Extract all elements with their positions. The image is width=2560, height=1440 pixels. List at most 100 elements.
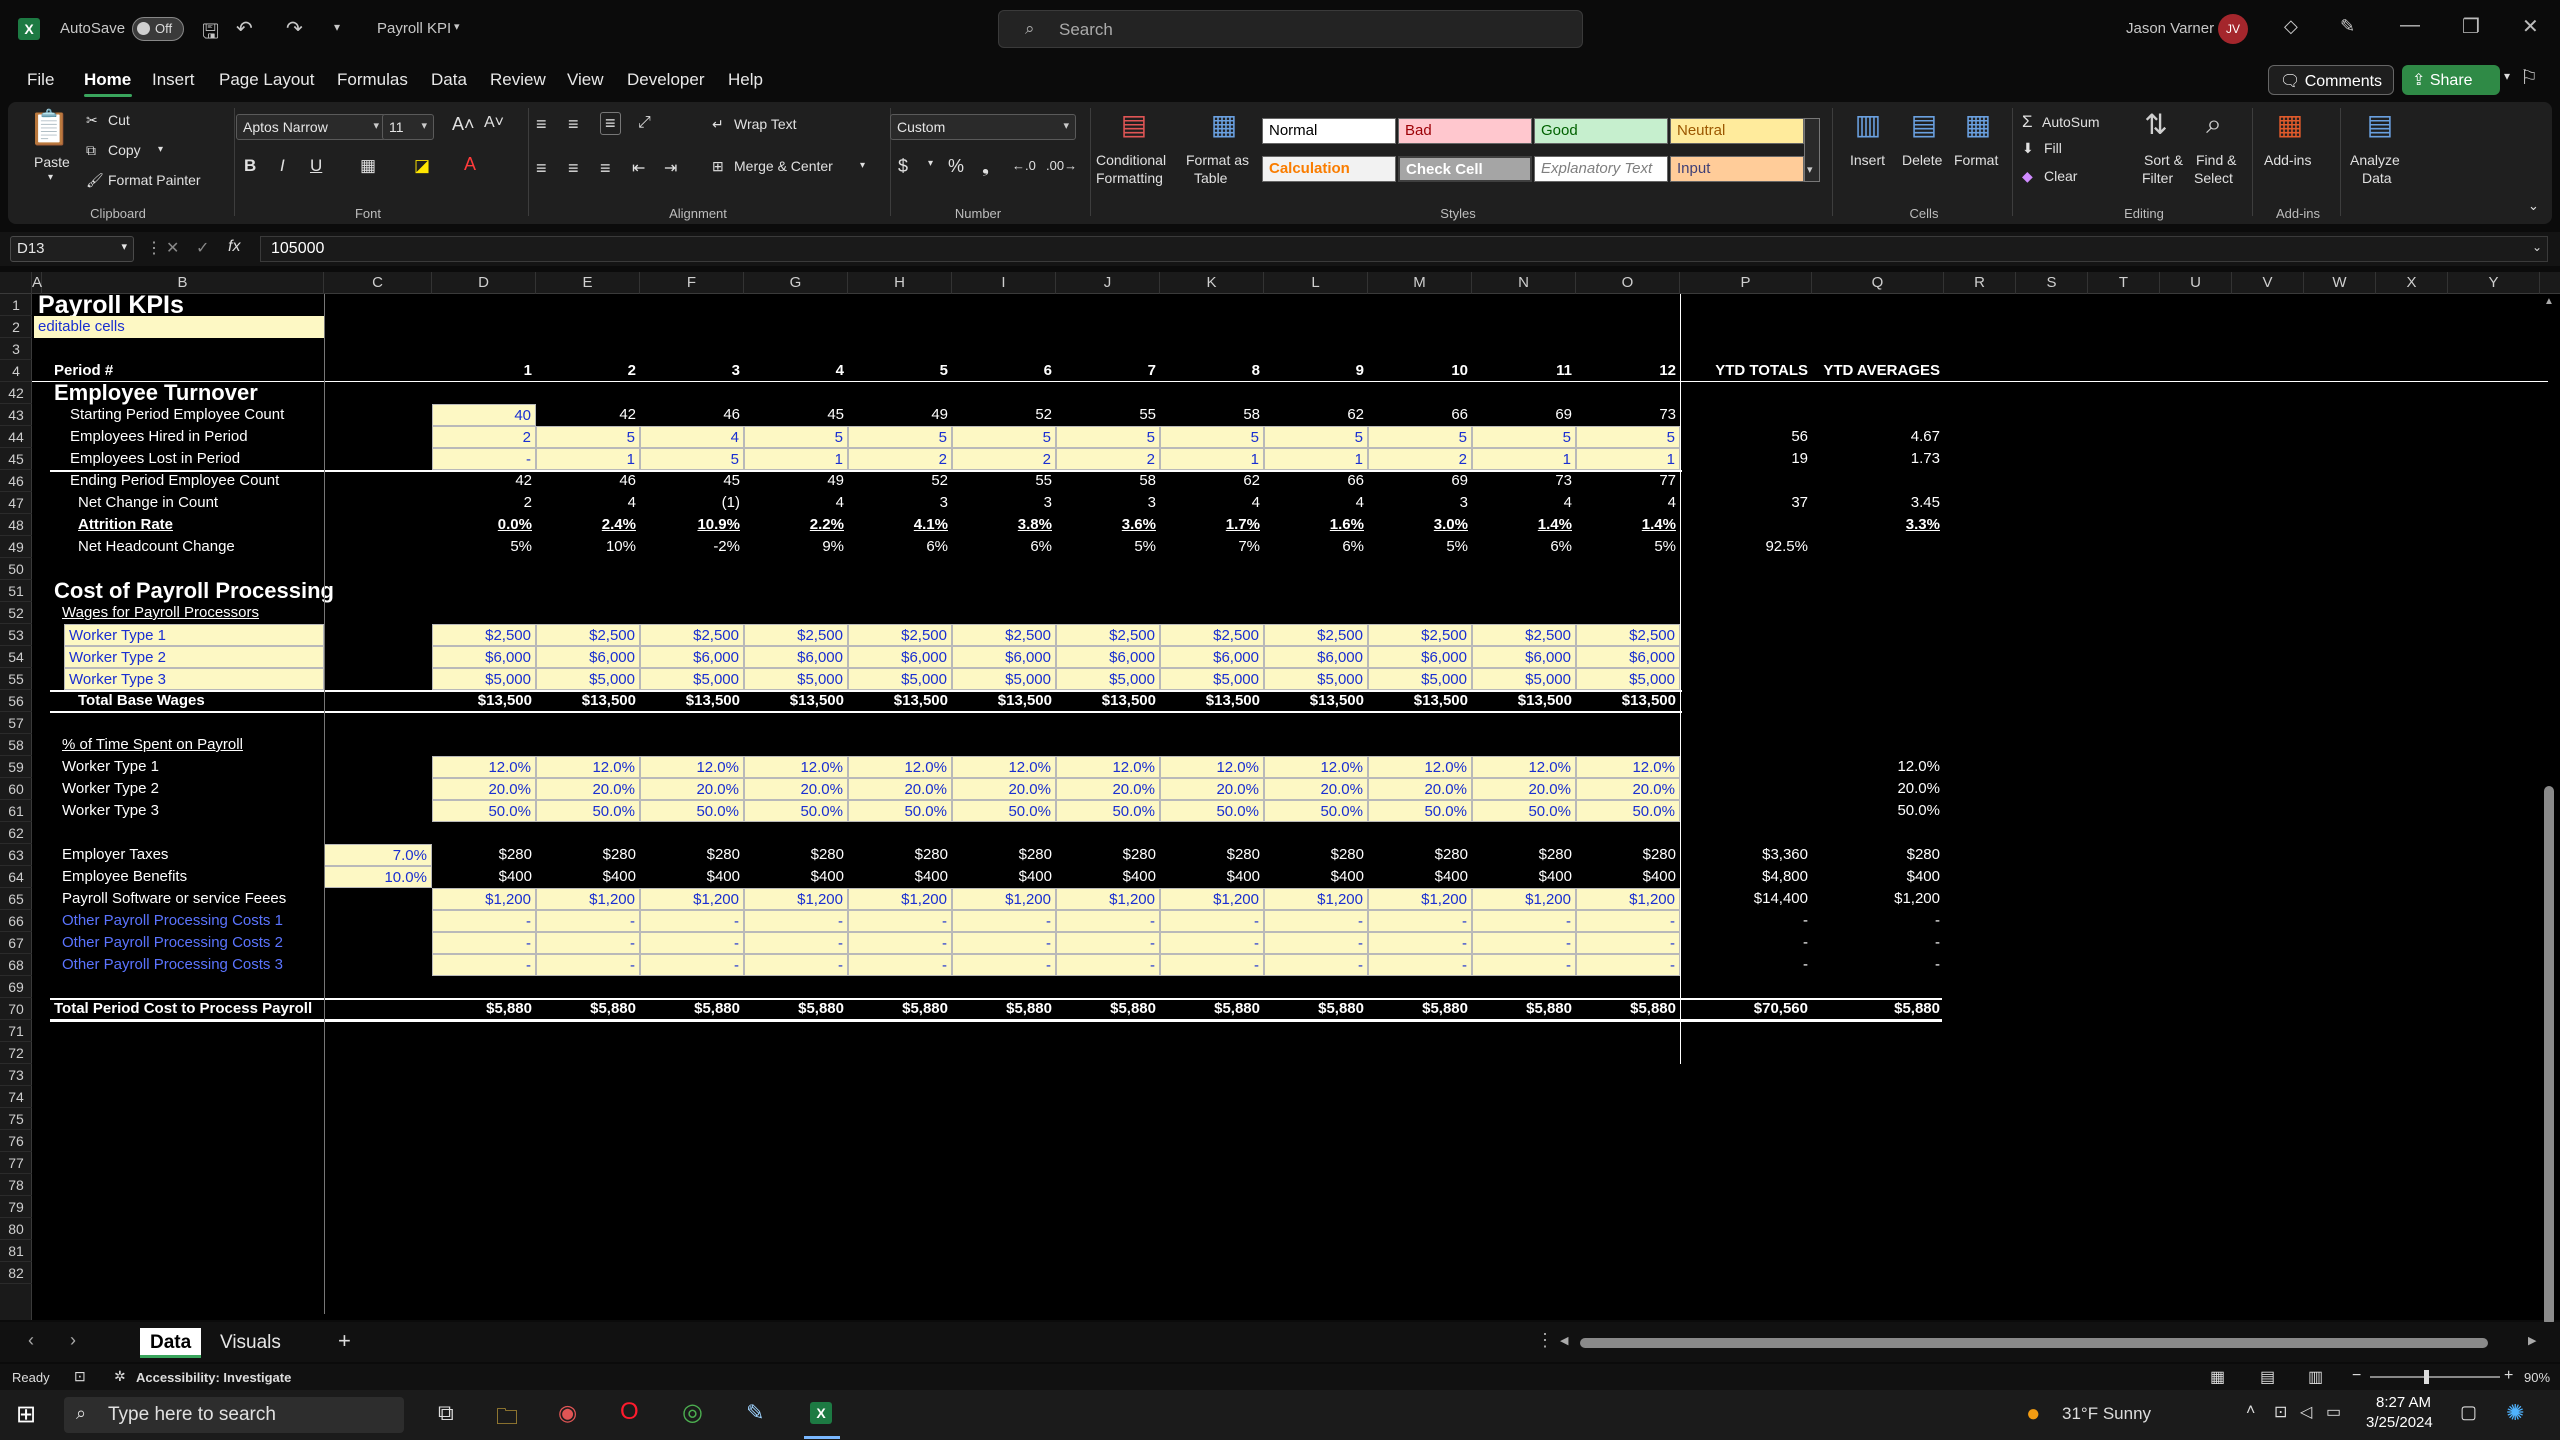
ytd-average-cell[interactable]: - xyxy=(1812,954,1944,976)
data-cell[interactable]: 5 xyxy=(848,426,952,448)
wage-cell[interactable]: $6,000 xyxy=(1368,646,1472,668)
format-as-table-label-1[interactable]: Format as xyxy=(1186,152,1249,168)
ytd-total-cell[interactable]: - xyxy=(1680,932,1812,954)
normal-view-icon[interactable]: ▦ xyxy=(2210,1367,2225,1387)
percent-cell[interactable]: 12.0% xyxy=(952,756,1056,778)
tab-data[interactable]: Data xyxy=(140,1328,202,1358)
cost-cell[interactable]: - xyxy=(1576,932,1680,954)
section-title[interactable]: Cost of Payroll Processing xyxy=(50,580,410,602)
data-cell[interactable]: 1.4% xyxy=(1576,514,1680,536)
taskbar-search[interactable]: ⌕ Type here to search xyxy=(64,1397,404,1433)
cost-cell[interactable]: - xyxy=(640,954,744,976)
percent-cell[interactable]: 12.0% xyxy=(1368,756,1472,778)
increase-indent-icon[interactable]: ⇥ xyxy=(664,158,677,178)
data-cell[interactable]: 45 xyxy=(640,470,744,492)
cost-cell[interactable]: $400 xyxy=(432,866,536,888)
worker-type-label[interactable]: Worker Type 1 xyxy=(58,756,318,778)
format-painter-button[interactable]: Format Painter xyxy=(108,172,201,188)
wage-cell[interactable]: $2,500 xyxy=(848,624,952,646)
data-cell[interactable]: 58 xyxy=(1160,404,1264,426)
percent-cell[interactable]: 50.0% xyxy=(1056,800,1160,822)
copy-dropdown-icon[interactable]: ▾ xyxy=(158,144,163,155)
cost-cell[interactable]: - xyxy=(848,932,952,954)
wage-cell[interactable]: $5,000 xyxy=(1056,668,1160,690)
data-cell[interactable]: 4 xyxy=(1576,492,1680,514)
share-dropdown-icon[interactable]: ▾ xyxy=(2504,69,2510,83)
data-cell[interactable]: 2 xyxy=(952,448,1056,470)
font-size-combo[interactable]: 11 ▾ xyxy=(382,114,434,140)
cost-cell[interactable]: $1,200 xyxy=(952,888,1056,910)
analyze-data-icon[interactable]: ▤ xyxy=(2360,108,2400,148)
data-cell[interactable]: 6% xyxy=(848,536,952,558)
row-label[interactable]: Net Headcount Change xyxy=(74,536,344,558)
menu-home[interactable]: Home xyxy=(84,70,131,90)
worker-type-label[interactable]: Worker Type 3 xyxy=(64,668,324,690)
data-cell[interactable]: 1 xyxy=(1264,448,1368,470)
zoom-in-icon[interactable]: + xyxy=(2504,1367,2513,1385)
cost-cell[interactable]: $280 xyxy=(744,844,848,866)
wage-cell[interactable]: $5,000 xyxy=(536,668,640,690)
task-view-icon[interactable]: ⧉ xyxy=(438,1400,454,1426)
align-top-icon[interactable]: ≡ xyxy=(536,114,547,135)
notifications-icon[interactable]: ▢ xyxy=(2460,1402,2477,1423)
find-select-icon[interactable]: ⌕ xyxy=(2194,108,2234,148)
menu-review[interactable]: Review xyxy=(490,70,546,90)
align-center-icon[interactable]: ≡ xyxy=(568,158,579,179)
file-explorer-icon[interactable]: 🗀 xyxy=(496,1400,518,1438)
cost-cell[interactable]: $1,200 xyxy=(1472,888,1576,910)
ytd-average-cell[interactable]: - xyxy=(1812,910,1944,932)
align-left-icon[interactable]: ≡ xyxy=(536,158,547,179)
ytd-average-cell[interactable]: $5,880 xyxy=(1812,998,1944,1020)
cost-cell[interactable]: $280 xyxy=(848,844,952,866)
data-cell[interactable]: 4 xyxy=(744,492,848,514)
period-number[interactable]: 7 xyxy=(1056,360,1160,382)
data-cell[interactable]: 7% xyxy=(1160,536,1264,558)
cell-area[interactable]: Payroll KPIs editable cells Period #1 2 3 4 5 6… xyxy=(0,272,2560,1320)
next-sheet-icon[interactable]: › xyxy=(70,1330,76,1351)
row-label[interactable]: Net Change in Count xyxy=(74,492,344,514)
data-cell[interactable]: 3.0% xyxy=(1368,514,1472,536)
cost-cell[interactable]: $280 xyxy=(432,844,536,866)
horizontal-scroll-thumb[interactable] xyxy=(1580,1338,2488,1348)
wage-cell[interactable]: $6,000 xyxy=(1264,646,1368,668)
cut-button[interactable]: Cut xyxy=(108,112,130,128)
percent-cell[interactable]: 20.0% xyxy=(744,778,848,800)
wage-cell[interactable]: $5,000 xyxy=(1264,668,1368,690)
data-cell[interactable]: 69 xyxy=(1368,470,1472,492)
wage-cell[interactable]: $5,000 xyxy=(1368,668,1472,690)
addins-icon[interactable]: ▦ xyxy=(2270,108,2310,148)
cost-cell[interactable]: $280 xyxy=(536,844,640,866)
borders-icon[interactable]: ▦ xyxy=(360,156,376,176)
cost-cell[interactable]: $1,200 xyxy=(744,888,848,910)
cost-cell[interactable]: - xyxy=(536,910,640,932)
weather-text[interactable]: 31°F Sunny xyxy=(2062,1404,2151,1424)
data-cell[interactable]: 10% xyxy=(536,536,640,558)
cost-cell[interactable]: $280 xyxy=(1160,844,1264,866)
total-cell[interactable]: $5,880 xyxy=(848,998,952,1020)
period-number[interactable]: 5 xyxy=(848,360,952,382)
data-cell[interactable]: 5 xyxy=(536,426,640,448)
data-cell[interactable]: 5 xyxy=(1056,426,1160,448)
wage-cell[interactable]: $2,500 xyxy=(1056,624,1160,646)
vertical-scroll-thumb[interactable] xyxy=(2544,786,2554,1326)
wage-cell[interactable]: $2,500 xyxy=(640,624,744,646)
wage-cell[interactable]: $5,000 xyxy=(432,668,536,690)
cost-cell[interactable]: $1,200 xyxy=(1368,888,1472,910)
analyze-data-label-1[interactable]: Analyze xyxy=(2350,152,2400,168)
total-cell[interactable]: $13,500 xyxy=(1576,690,1680,712)
insert-cells-button[interactable]: Insert xyxy=(1850,152,1885,168)
conditional-formatting-label-1[interactable]: Conditional xyxy=(1096,152,1166,168)
percent-cell[interactable]: 12.0% xyxy=(848,756,952,778)
more-icon[interactable]: ⋮ xyxy=(146,238,162,258)
percent-cell[interactable]: 20.0% xyxy=(1472,778,1576,800)
copy-button[interactable]: Copy xyxy=(108,142,141,158)
rate-cell[interactable]: 10.0% xyxy=(324,866,432,888)
data-cell[interactable]: 62 xyxy=(1264,404,1368,426)
data-cell[interactable]: 5 xyxy=(1264,426,1368,448)
total-cell[interactable]: $13,500 xyxy=(1472,690,1576,712)
menu-developer[interactable]: Developer xyxy=(627,70,705,90)
close-icon[interactable]: ✕ xyxy=(2522,14,2539,39)
prev-sheet-icon[interactable]: ‹ xyxy=(28,1330,34,1351)
total-cell[interactable]: $13,500 xyxy=(1264,690,1368,712)
wage-cell[interactable]: $5,000 xyxy=(848,668,952,690)
